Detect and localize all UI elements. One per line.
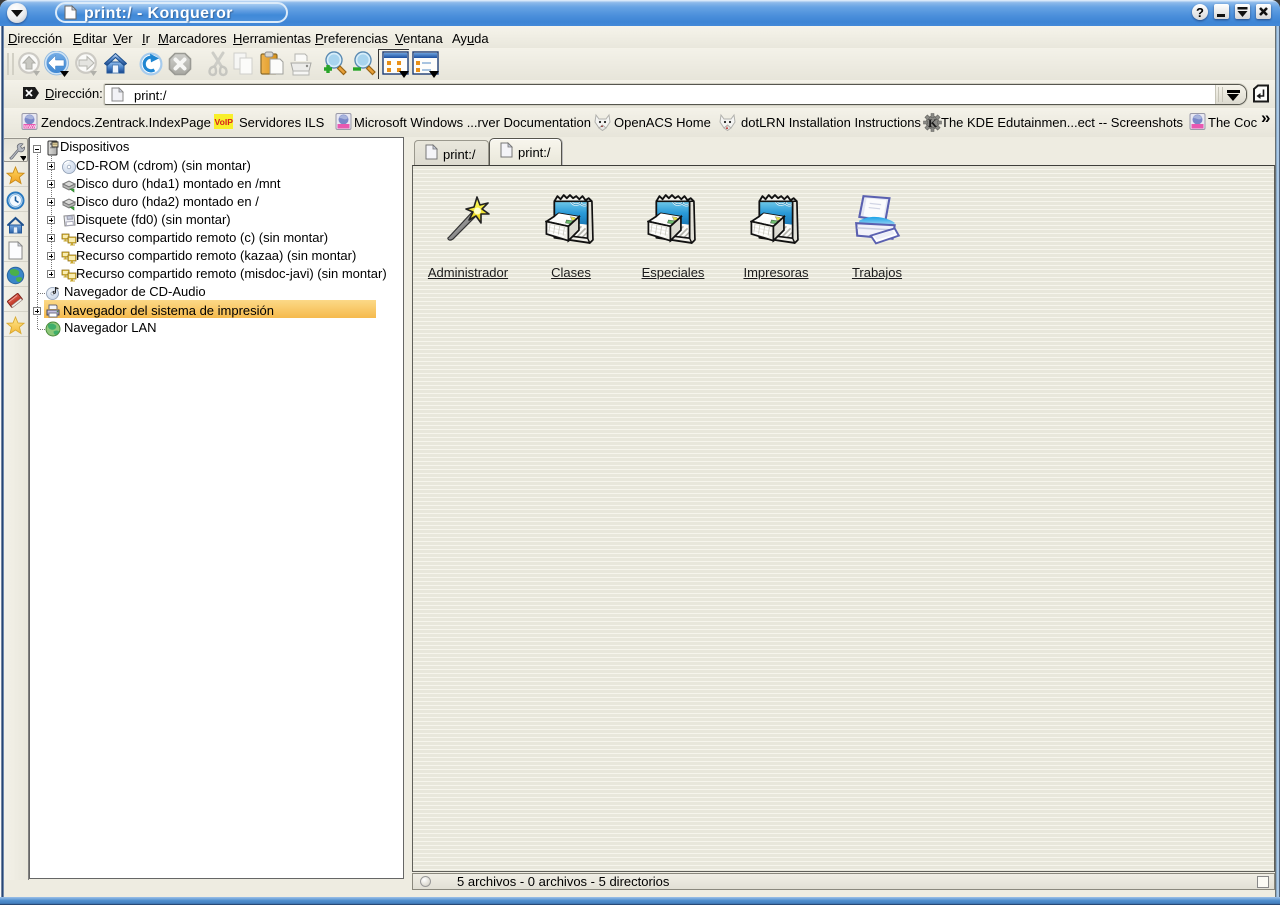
- svg-text:WWW: WWW: [24, 124, 37, 129]
- svg-text:VoIP: VoIP: [215, 117, 234, 127]
- svg-text:?: ?: [1196, 5, 1204, 20]
- svg-text:K: K: [928, 116, 938, 130]
